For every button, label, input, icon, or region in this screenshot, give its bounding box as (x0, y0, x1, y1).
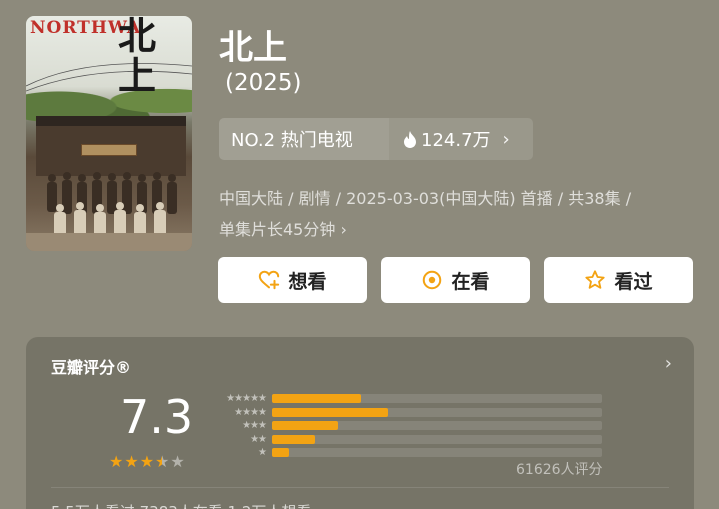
rating-stars: ★ ★ ★ ★ ★ (109, 452, 185, 471)
star-row-icon: ★★★★ (234, 406, 267, 418)
flame-icon (404, 130, 416, 148)
star-outline-icon (585, 270, 606, 289)
dist-row-2: ★★ (214, 433, 602, 447)
chevron-right-icon: › (502, 128, 510, 150)
poster[interactable]: NORTHWA 北上 (26, 16, 192, 251)
star-filled-icon: ★ (139, 452, 155, 471)
want-to-watch-label: 想看 (288, 270, 327, 293)
watched-button[interactable]: 看过 (544, 257, 693, 303)
rank-label[interactable]: NO.2 热门电视 (219, 118, 389, 160)
watch-stats[interactable]: 5.5万人看过 7383人在看 1.2万人想看 (51, 501, 311, 509)
heat-badge[interactable]: 124.7万 › (389, 118, 533, 160)
star-row-icon: ★★★★★ (226, 393, 267, 405)
rating-distribution: ★★★★★ ★★★★ ★★★ ★★ ★ (214, 392, 602, 460)
chevron-right-icon: › (340, 220, 347, 239)
poster-cn-title: 北上 (118, 16, 157, 98)
chevron-right-icon[interactable]: › (665, 353, 672, 374)
show-meta[interactable]: 中国大陆 / 剧情 / 2025-03-03(中国大陆) 首播 / 共38集 /… (219, 183, 699, 245)
rating-card[interactable]: 豆瓣评分® › 7.3 ★ ★ ★ ★ ★ ★★★★★ ★★★★ ★★★ ★★ … (26, 337, 694, 509)
star-filled-icon: ★ (124, 452, 139, 471)
star-row-icon: ★★★ (242, 420, 267, 432)
dist-row-3: ★★★ (214, 419, 602, 433)
dist-bar-2 (272, 434, 315, 444)
star-empty-icon: ★ (170, 452, 185, 471)
poster-ground (26, 233, 192, 251)
star-filled-icon: ★ (109, 452, 124, 471)
watching-button[interactable]: 在看 (381, 257, 530, 303)
heart-plus-icon (259, 270, 280, 290)
target-icon (423, 270, 442, 290)
dist-row-5: ★★★★★ (214, 392, 602, 406)
dist-row-4: ★★★★ (214, 406, 602, 420)
action-bar: 想看 在看 看过 (218, 257, 693, 303)
poster-sign (81, 144, 137, 156)
rating-label: 豆瓣评分® (51, 358, 132, 377)
watching-label: 在看 (451, 270, 490, 293)
dist-row-1: ★ (214, 446, 602, 460)
show-year: (2025) (225, 70, 302, 96)
show-title: 北上 (219, 28, 287, 68)
divider (51, 487, 669, 488)
star-row-icon: ★ (258, 447, 267, 459)
watched-label: 看过 (614, 270, 653, 293)
vote-count[interactable]: 61626人评分 (516, 459, 603, 479)
meta-line-1: 中国大陆 / 剧情 / 2025-03-03(中国大陆) 首播 / 共38集 / (219, 189, 632, 208)
poster-wires (26, 63, 192, 92)
star-half-icon: ★ (155, 452, 170, 471)
want-to-watch-button[interactable]: 想看 (218, 257, 367, 303)
meta-line-2[interactable]: 单集片长45分钟 › (219, 214, 699, 245)
rank-pill[interactable]: NO.2 热门电视 124.7万 › (219, 118, 533, 160)
dist-bar-5 (272, 394, 362, 404)
star-row-icon: ★★ (250, 433, 267, 445)
dist-bar-1 (272, 448, 289, 458)
rating-score: 7.3 (120, 390, 194, 444)
heat-value: 124.7万 (421, 130, 491, 151)
dist-bar-4 (272, 407, 388, 417)
dist-bar-3 (272, 421, 338, 431)
